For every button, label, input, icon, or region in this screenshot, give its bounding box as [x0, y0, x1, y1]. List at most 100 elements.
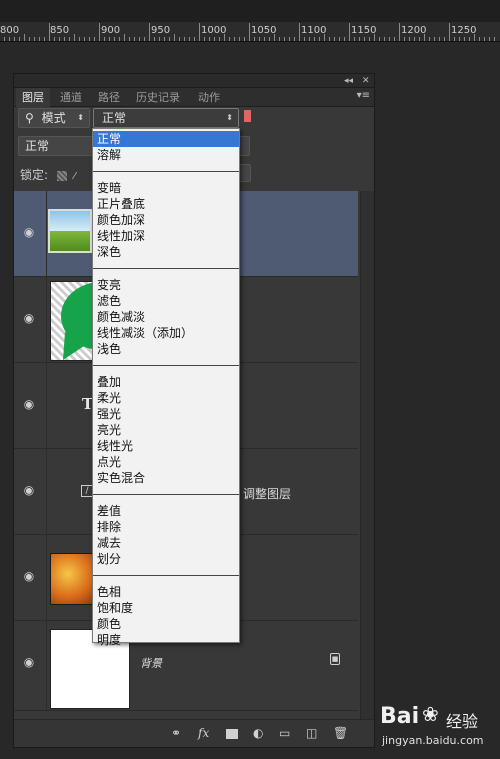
blend-option[interactable]: 叠加: [93, 374, 239, 390]
blend-option[interactable]: 颜色加深: [93, 212, 239, 228]
folder-icon[interactable]: ▭: [279, 726, 290, 740]
new-layer-icon[interactable]: ◫: [306, 726, 317, 740]
menu-divider: [93, 365, 239, 366]
ruler-tick: [314, 37, 315, 41]
eye-icon[interactable]: ◉: [22, 569, 36, 583]
ruler-tick: [469, 37, 470, 41]
ruler-tick: [489, 37, 490, 41]
eye-icon[interactable]: ◉: [22, 397, 36, 411]
blend-option[interactable]: 变亮: [93, 277, 239, 293]
blend-option[interactable]: 强光: [93, 406, 239, 422]
blend-option[interactable]: 浅色: [93, 341, 239, 357]
ruler-tick: [319, 37, 320, 41]
blend-option[interactable]: 饱和度: [93, 600, 239, 616]
ruler-tick: [204, 37, 205, 41]
blend-option[interactable]: 亮光: [93, 422, 239, 438]
ruler-tick: [449, 23, 450, 41]
lock-transparency-icon[interactable]: [56, 170, 67, 181]
lock-icon: ■: [330, 653, 340, 665]
blend-option[interactable]: 线性光: [93, 438, 239, 454]
ruler-tick: [104, 37, 105, 41]
trash-icon[interactable]: 🗑: [333, 726, 348, 740]
ruler-tick: [264, 37, 265, 41]
ruler-label: 900: [101, 25, 121, 36]
collapse-icon[interactable]: ◂◂: [344, 74, 353, 88]
ruler-tick: [369, 37, 370, 41]
fx-icon[interactable]: fx: [198, 726, 209, 740]
ruler-tick: [74, 34, 75, 41]
blend-option[interactable]: 色相: [93, 584, 239, 600]
ruler-tick: [334, 37, 335, 41]
ruler-tick: [79, 37, 80, 41]
ruler-tick: [484, 37, 485, 41]
panel-footer: ⚭ fx ◐ ▭ ◫ 🗑: [14, 719, 374, 747]
ruler-tick: [249, 23, 250, 41]
ruler-tick: [34, 37, 35, 41]
eye-icon[interactable]: ◉: [22, 225, 36, 239]
blend-option[interactable]: 正片叠底: [93, 196, 239, 212]
tab-actions[interactable]: 动作: [192, 88, 226, 107]
blend-option[interactable]: 点光: [93, 454, 239, 470]
eye-icon[interactable]: ◉: [22, 655, 36, 669]
layers-scrollbar[interactable]: [360, 191, 374, 721]
panel-title-bar[interactable]: ◂◂ ✕: [14, 74, 374, 88]
blend-option[interactable]: 颜色: [93, 616, 239, 632]
mask-icon[interactable]: [226, 729, 238, 739]
ruler-tick: [134, 37, 135, 41]
ruler-tick: [119, 37, 120, 41]
tab-layers[interactable]: 图层: [16, 88, 50, 107]
ruler-tick: [174, 34, 175, 41]
ruler-tick: [214, 37, 215, 41]
blend-option[interactable]: 变暗: [93, 180, 239, 196]
blend-option[interactable]: 差值: [93, 503, 239, 519]
blend-option[interactable]: 实色混合: [93, 470, 239, 486]
link-icon[interactable]: ⚭: [171, 726, 181, 740]
blend-option[interactable]: 明度: [93, 632, 239, 648]
ruler-tick: [129, 37, 130, 41]
ruler-label: 1050: [251, 25, 277, 36]
ruler-tick: [459, 37, 460, 41]
ruler-tick: [444, 37, 445, 41]
tab-channels[interactable]: 通道: [54, 88, 88, 107]
tab-history[interactable]: 历史记录: [130, 88, 186, 107]
ruler-tick: [464, 37, 465, 41]
watermark: Bai ❀ 经验 jingyan.baidu.com: [378, 702, 498, 758]
ruler-tick: [89, 37, 90, 41]
blend-option[interactable]: 滤色: [93, 293, 239, 309]
eye-column-divider: [46, 363, 47, 449]
blend-option[interactable]: 线性减淡（添加）: [93, 325, 239, 341]
ruler: 800 850 900 950 1000 1050 1100 1150 1200…: [0, 0, 500, 42]
filter-kind-select[interactable]: ⚲ 模式 ⬍: [18, 108, 90, 128]
stepper-icon: ⬍: [77, 113, 84, 122]
ruler-tick: [409, 37, 410, 41]
ruler-tick: [494, 37, 495, 41]
close-icon[interactable]: ✕: [362, 74, 370, 88]
stepper-icon: ⬍: [226, 113, 233, 122]
tab-paths[interactable]: 路径: [92, 88, 126, 107]
adjustment-icon[interactable]: ◐: [253, 726, 263, 740]
blend-option[interactable]: 颜色减淡: [93, 309, 239, 325]
eye-icon[interactable]: ◉: [22, 311, 36, 325]
ruler-tick: [39, 37, 40, 41]
blend-option[interactable]: 排除: [93, 519, 239, 535]
layer-name: 背景: [140, 657, 162, 670]
blend-option[interactable]: 线性加深: [93, 228, 239, 244]
blend-option[interactable]: 柔光: [93, 390, 239, 406]
blend-option[interactable]: 溶解: [93, 147, 239, 163]
panel-menu-icon[interactable]: ▾≡: [357, 90, 370, 101]
blend-mode-select[interactable]: 正常 ⬍: [93, 108, 239, 128]
blend-option[interactable]: 减去: [93, 535, 239, 551]
blend-option[interactable]: 正常: [93, 131, 239, 147]
ruler-tick: [24, 34, 25, 41]
lock-paint-icon[interactable]: ⁄: [74, 171, 82, 182]
eye-column-divider: [46, 277, 47, 363]
blend-option[interactable]: 划分: [93, 551, 239, 567]
ruler-tick: [404, 37, 405, 41]
filter-toggle[interactable]: [244, 110, 251, 122]
eye-icon[interactable]: ◉: [22, 483, 36, 497]
ruler-tick: [324, 34, 325, 41]
field-image: [50, 231, 90, 251]
ruler-tick: [389, 37, 390, 41]
ruler-tick: [99, 23, 100, 41]
blend-option[interactable]: 深色: [93, 244, 239, 260]
